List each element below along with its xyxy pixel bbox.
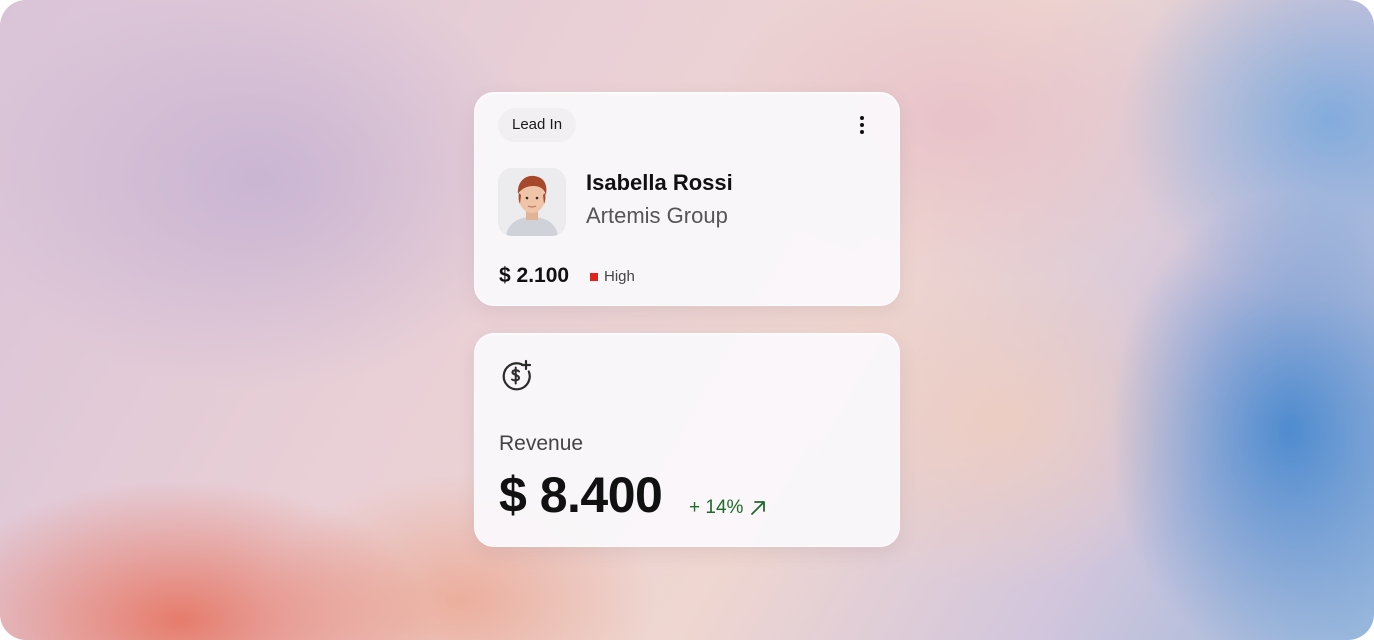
- lead-company: Artemis Group: [586, 203, 728, 228]
- arrow-up-right-icon: [751, 501, 766, 515]
- background-canvas: Lead In Isabella Rossi Artemis Group $ 2…: [0, 0, 1374, 640]
- priority-dot-icon: [590, 272, 598, 281]
- revenue-label: Revenue: [499, 432, 584, 455]
- more-options-icon[interactable]: [850, 113, 874, 137]
- revenue-value: $ 8.400: [499, 467, 663, 523]
- stage-badge: Lead In: [498, 108, 577, 142]
- priority-label: High: [604, 268, 635, 285]
- lead-name: Isabella Rossi: [586, 170, 733, 195]
- dollar-plus-icon: [499, 358, 533, 392]
- revenue-change-label: + 14%: [689, 497, 744, 518]
- lead-amount: $ 2.100: [499, 264, 570, 287]
- priority-indicator: High: [590, 268, 635, 285]
- avatar: [498, 168, 566, 236]
- revenue-change: + 14%: [689, 497, 767, 519]
